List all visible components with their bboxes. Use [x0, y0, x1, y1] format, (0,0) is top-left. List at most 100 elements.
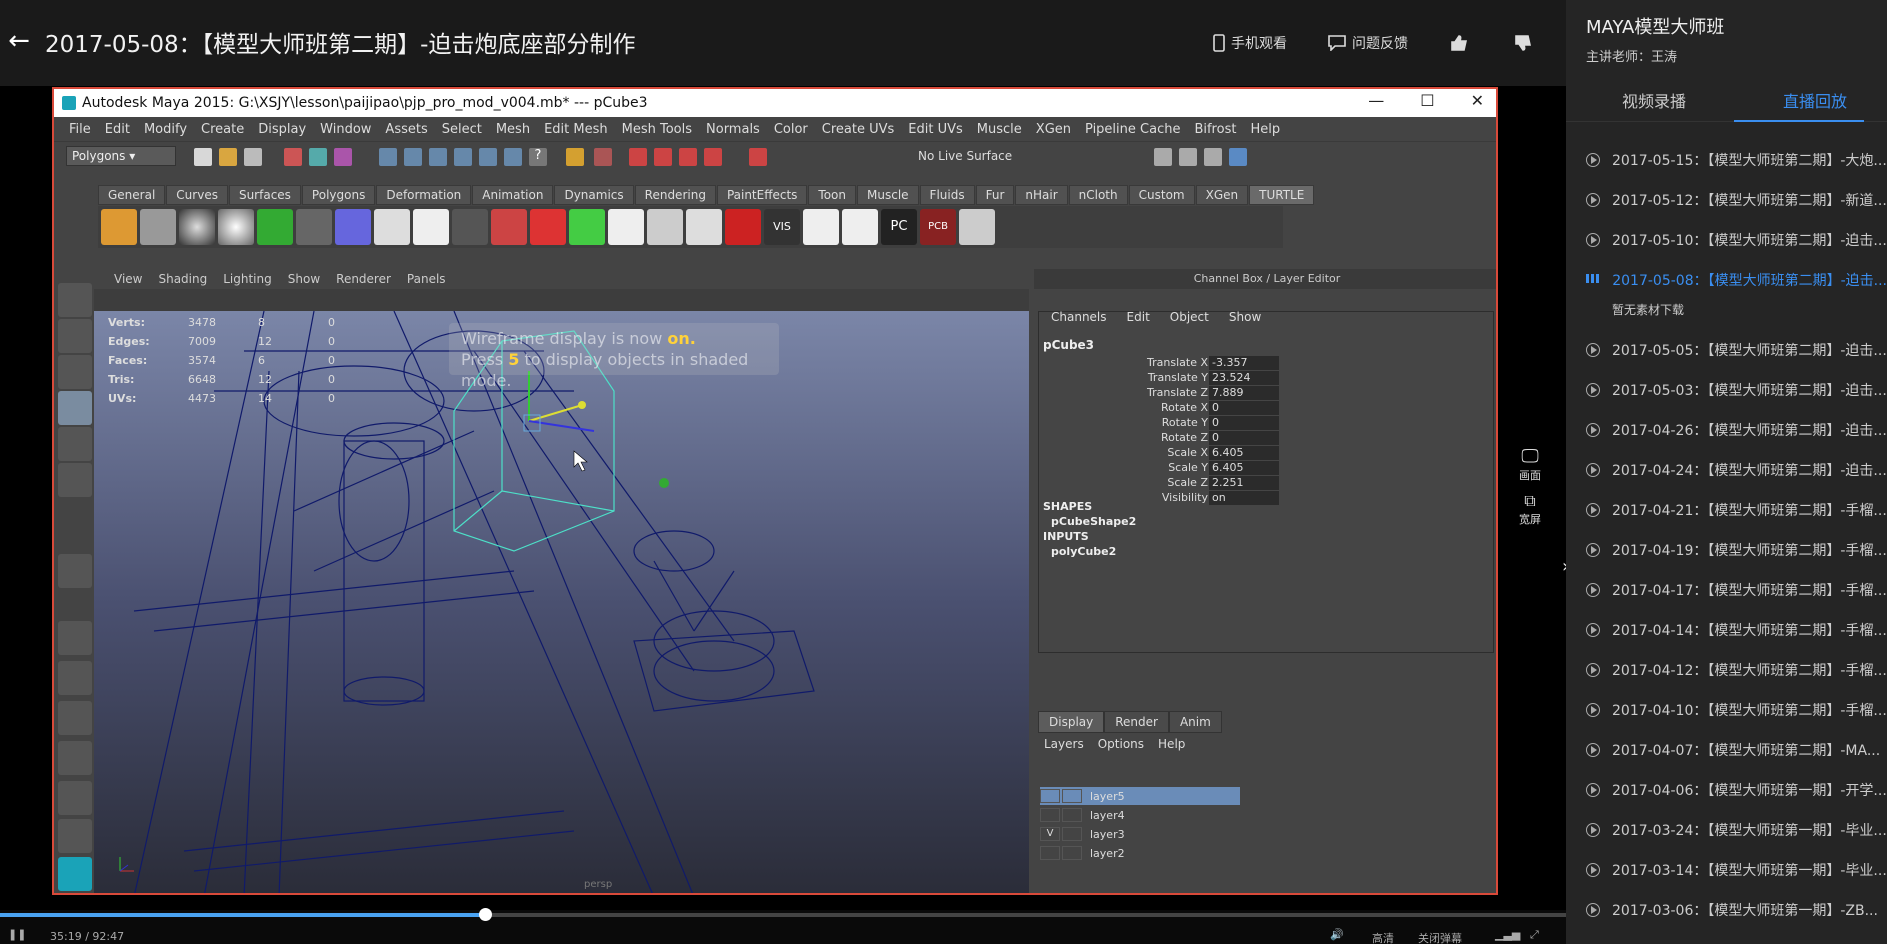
- viewport-3d[interactable]: Verts: 3478 8 0 Edges: 7009 12 0 Faces: 3574 6 0 Tri…: [94, 311, 1029, 893]
- shelf-tab[interactable]: Rendering: [634, 185, 716, 205]
- layer-tab[interactable]: Render: [1104, 711, 1169, 733]
- layout-hypershade-icon[interactable]: [58, 781, 92, 815]
- shelf-tab[interactable]: Dynamics: [554, 185, 634, 205]
- shelf-fire-icon[interactable]: [101, 209, 137, 245]
- lesson-item[interactable]: 2017-04-26：【模型大师班第二期】-迫击...: [1566, 410, 1887, 450]
- viewport-menu-item[interactable]: Shading: [150, 272, 215, 286]
- channel-attr-row[interactable]: Translate Z 7.889: [1039, 386, 1495, 401]
- shelf-search-icon[interactable]: [959, 209, 995, 245]
- shelf-dots-icon[interactable]: [374, 209, 410, 245]
- last-tool-icon[interactable]: [58, 554, 92, 588]
- dislike-button[interactable]: [1514, 30, 1532, 56]
- channel-attr-value[interactable]: 7.889: [1209, 386, 1279, 400]
- snap-curve-icon[interactable]: [404, 148, 422, 166]
- input-node[interactable]: polyCube2: [1051, 545, 1116, 558]
- lesson-item[interactable]: 2017-05-05：【模型大师班第二期】-迫击...: [1566, 330, 1887, 370]
- lesson-item[interactable]: 2017-05-12：【模型大师班第二期】-新道...: [1566, 180, 1887, 220]
- layer-tab[interactable]: Display: [1038, 711, 1105, 733]
- channel-attr-value[interactable]: on: [1209, 491, 1279, 505]
- new-scene-icon[interactable]: [194, 148, 212, 166]
- screen-mode-button[interactable]: 🖵 画面: [1500, 446, 1560, 483]
- lock-icon[interactable]: [566, 148, 584, 166]
- lesson-item[interactable]: 2017-05-03：【模型大师班第二期】-迫击...: [1566, 370, 1887, 410]
- shelf-pc-icon[interactable]: PC: [881, 209, 917, 245]
- shelf-flake-icon[interactable]: [647, 209, 683, 245]
- shelf-bars-icon[interactable]: [842, 209, 878, 245]
- mobile-watch-button[interactable]: 手机观看: [1213, 30, 1287, 56]
- like-button[interactable]: [1450, 30, 1468, 56]
- layer-menu-item[interactable]: Help: [1158, 737, 1185, 751]
- lesson-item[interactable]: 2017-04-17：【模型大师班第二期】-手榴...: [1566, 570, 1887, 610]
- channel-attr-row[interactable]: Visibility on: [1039, 491, 1495, 506]
- lesson-item[interactable]: 2017-04-14：【模型大师班第二期】-手榴...: [1566, 610, 1887, 650]
- channel-box-menu-item[interactable]: Show: [1229, 310, 1261, 324]
- scale-tool-icon[interactable]: [58, 463, 92, 497]
- menu-item[interactable]: Edit: [98, 122, 137, 137]
- pause-icon[interactable]: ❚❚: [8, 928, 26, 941]
- channel-attr-row[interactable]: Scale X 6.405: [1039, 446, 1495, 461]
- snap-view-icon[interactable]: [454, 148, 472, 166]
- shelf-vis-icon[interactable]: VIS: [764, 209, 800, 245]
- select-tool-icon[interactable]: [58, 283, 92, 317]
- snap-point-icon[interactable]: [429, 148, 447, 166]
- tab-live-replay[interactable]: 直播回放: [1783, 88, 1847, 112]
- shelf-sphere-icon[interactable]: [179, 209, 215, 245]
- menu-item[interactable]: XGen: [1029, 122, 1078, 137]
- lesson-item[interactable]: 2017-05-15：【模型大师班第二期】-大炮...: [1566, 140, 1887, 180]
- open-scene-icon[interactable]: [219, 148, 237, 166]
- layer-visibility-toggle[interactable]: V: [1040, 827, 1060, 841]
- ipr-render-icon[interactable]: [654, 148, 672, 166]
- viewport-menu-item[interactable]: Panels: [399, 272, 454, 286]
- lesson-item[interactable]: 2017-04-07：【模型大师班第二期】-MA...: [1566, 730, 1887, 770]
- lesson-item[interactable]: 2017-04-10：【模型大师班第二期】-手榴...: [1566, 690, 1887, 730]
- render-current-icon[interactable]: [629, 148, 647, 166]
- layer-type-toggle[interactable]: [1062, 789, 1082, 803]
- attribute-editor-icon[interactable]: [1154, 148, 1172, 166]
- lesson-item[interactable]: 2017-05-10：【模型大师班第二期】-迫击...: [1566, 220, 1887, 260]
- layout-persp-icon[interactable]: [58, 819, 92, 853]
- save-scene-icon[interactable]: [244, 148, 262, 166]
- minimize-icon[interactable]: —: [1368, 91, 1384, 110]
- progress-knob[interactable]: [479, 908, 493, 921]
- volume-icon[interactable]: 🔊: [1330, 928, 1344, 941]
- layer-row[interactable]: Vlayer3: [1040, 825, 1240, 843]
- shelf-tab[interactable]: Custom: [1128, 185, 1195, 205]
- viewport-menu-item[interactable]: Show: [280, 272, 328, 286]
- select-hierarchy-icon[interactable]: [284, 148, 302, 166]
- paint-select-icon[interactable]: [58, 355, 92, 389]
- menu-item[interactable]: Mesh Tools: [615, 122, 699, 137]
- wide-mode-button[interactable]: ⧉ 宽屏: [1500, 491, 1560, 527]
- layout-outliner-icon[interactable]: [58, 701, 92, 735]
- viewport-menu-item[interactable]: Lighting: [215, 272, 280, 286]
- layer-type-toggle[interactable]: [1062, 808, 1082, 822]
- menu-item[interactable]: Help: [1243, 122, 1287, 137]
- channel-attr-value[interactable]: 6.405: [1209, 461, 1279, 475]
- shelf-tab[interactable]: XGen: [1195, 185, 1249, 205]
- shelf-clouds-icon[interactable]: [413, 209, 449, 245]
- menu-item[interactable]: Color: [767, 122, 815, 137]
- channel-attr-value[interactable]: 6.405: [1209, 446, 1279, 460]
- menu-item[interactable]: Create UVs: [815, 122, 902, 137]
- danmaku-toggle[interactable]: 关闭弹幕: [1418, 930, 1462, 944]
- progress-track[interactable]: [0, 908, 1566, 921]
- live-surface-field[interactable]: No Live Surface: [918, 149, 1012, 163]
- snap-surface-icon[interactable]: [479, 148, 497, 166]
- mode-selector[interactable]: Polygons ▾: [66, 146, 176, 166]
- lesson-item[interactable]: 2017-05-08：【模型大师班第二期】-迫击...: [1566, 260, 1887, 300]
- layer-menu-item[interactable]: Layers: [1044, 737, 1084, 751]
- shelf-pie-icon[interactable]: [725, 209, 761, 245]
- select-object-icon[interactable]: [309, 148, 327, 166]
- channel-attr-row[interactable]: Scale Z 2.251: [1039, 476, 1495, 491]
- tool-settings-icon[interactable]: [1179, 148, 1197, 166]
- menu-item[interactable]: Normals: [699, 122, 767, 137]
- layout-single-icon[interactable]: [58, 621, 92, 655]
- layer-visibility-toggle[interactable]: [1040, 808, 1060, 822]
- menu-item[interactable]: Modify: [137, 122, 194, 137]
- channel-attr-value[interactable]: -3.357: [1209, 356, 1279, 370]
- shelf-tab[interactable]: Surfaces: [228, 185, 301, 205]
- snap-grid-icon[interactable]: [379, 148, 397, 166]
- shelf-disk-icon[interactable]: [686, 209, 722, 245]
- shelf-tab[interactable]: Animation: [472, 185, 554, 205]
- maximize-icon[interactable]: ☐: [1420, 91, 1434, 110]
- shelf-white-icon[interactable]: [608, 209, 644, 245]
